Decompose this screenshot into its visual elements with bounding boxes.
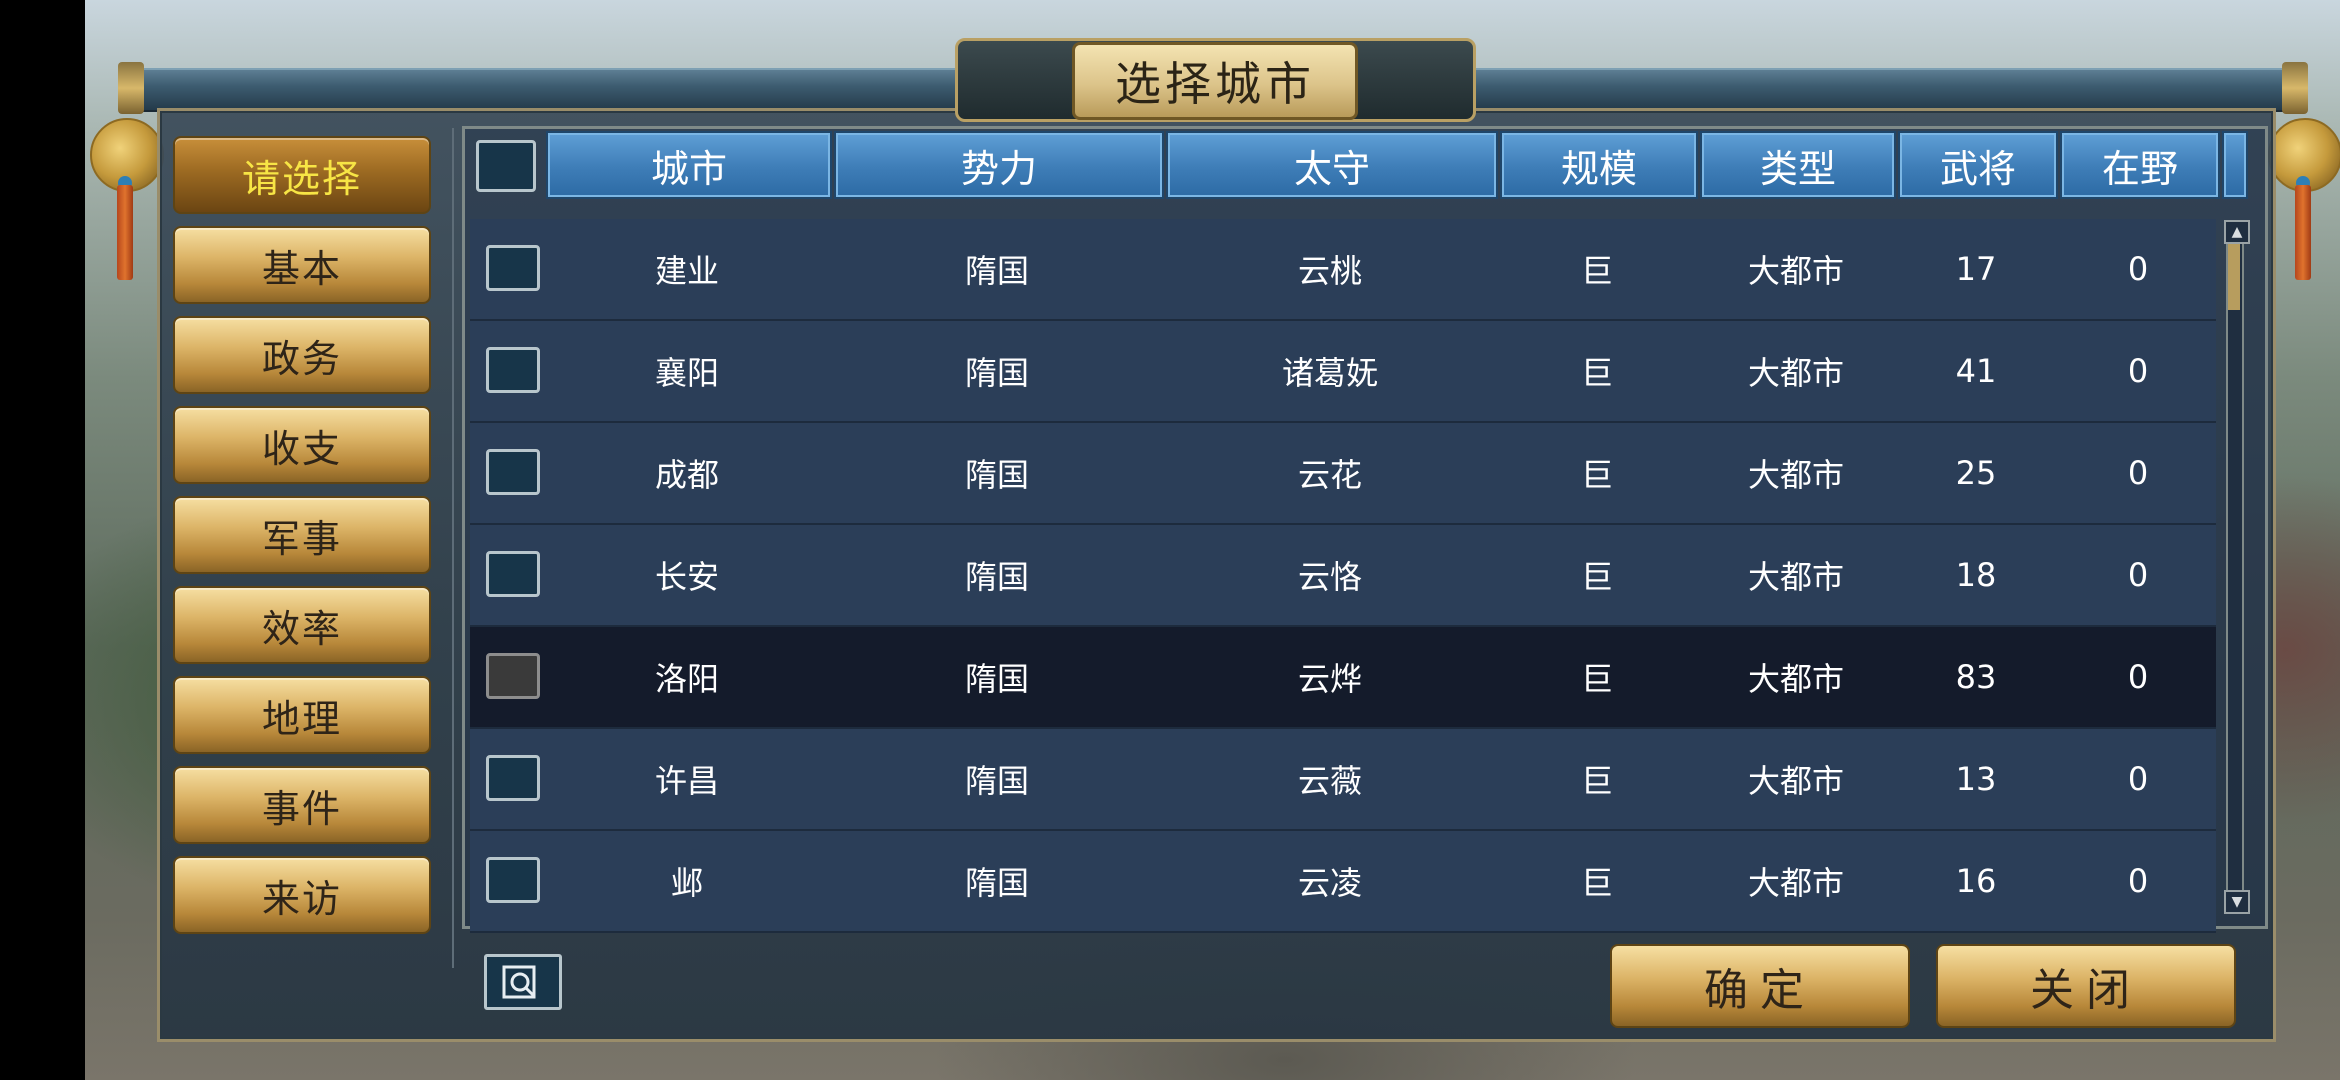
cell-faction: 隋国 (964, 354, 1029, 392)
cell-governor: 云恪 (1297, 558, 1362, 596)
menu-item-events[interactable]: 事件 (173, 766, 431, 844)
cell-generals: 13 (1955, 760, 1997, 798)
cell-city: 襄阳 (654, 354, 719, 392)
cell-type: 大都市 (1747, 558, 1844, 596)
row-checkbox[interactable] (486, 857, 540, 903)
cell-generals: 83 (1955, 658, 1997, 696)
page-title: 选择城市 (1072, 42, 1358, 120)
column-header-city[interactable]: 城市 (546, 131, 832, 199)
menu-item-geography[interactable]: 地理 (173, 676, 431, 754)
cell-city: 洛阳 (654, 660, 719, 698)
cell-type: 大都市 (1747, 864, 1844, 902)
cell-wild: 0 (2127, 658, 2149, 696)
cell-type: 大都市 (1747, 252, 1844, 290)
cell-city: 许昌 (654, 762, 719, 800)
cell-type: 大都市 (1747, 354, 1844, 392)
cell-city: 长安 (654, 558, 719, 596)
cell-scale: 巨 (1580, 354, 1613, 392)
cell-governor: 诸葛妩 (1281, 354, 1378, 392)
cell-generals: 18 (1955, 556, 1997, 594)
tassel-left (117, 185, 133, 280)
menu-item-efficiency[interactable]: 效率 (173, 586, 431, 664)
cell-faction: 隋国 (964, 252, 1029, 290)
cell-type: 大都市 (1747, 660, 1844, 698)
cell-scale: 巨 (1580, 558, 1613, 596)
cell-generals: 16 (1955, 862, 1997, 900)
menu-item-military[interactable]: 军事 (173, 496, 431, 574)
menu-item-finance[interactable]: 收支 (173, 406, 431, 484)
cell-wild: 0 (2127, 760, 2149, 798)
cell-type: 大都市 (1747, 762, 1844, 800)
cell-scale: 巨 (1580, 864, 1613, 902)
cell-governor: 云烨 (1297, 660, 1362, 698)
scrollbar-thumb[interactable] (2228, 240, 2240, 310)
column-header-governor[interactable]: 太守 (1166, 131, 1498, 199)
select-all-checkbox[interactable] (476, 140, 536, 192)
menu-item-politics[interactable]: 政务 (173, 316, 431, 394)
row-checkbox[interactable] (486, 755, 540, 801)
column-header-generals[interactable]: 武将 (1898, 131, 2058, 199)
cell-scale: 巨 (1580, 660, 1613, 698)
cell-scale: 巨 (1580, 762, 1613, 800)
cell-scale: 巨 (1580, 456, 1613, 494)
cell-faction: 隋国 (964, 762, 1029, 800)
menu-divider (452, 128, 454, 968)
cell-governor: 云凌 (1297, 864, 1362, 902)
cell-governor: 云薇 (1297, 762, 1362, 800)
cell-governor: 云花 (1297, 456, 1362, 494)
rod-cap-right (2282, 62, 2308, 114)
row-checkbox[interactable] (486, 449, 540, 495)
close-button[interactable]: 关闭 (1936, 944, 2236, 1028)
rod-cap-left (118, 62, 144, 114)
cell-wild: 0 (2127, 454, 2149, 492)
cell-type: 大都市 (1747, 456, 1844, 494)
screen-left-edge (0, 0, 85, 1080)
menu-item-visits[interactable]: 来访 (173, 856, 431, 934)
search-button[interactable] (484, 954, 562, 1010)
cell-faction: 隋国 (964, 660, 1029, 698)
cell-city: 邺 (670, 864, 703, 902)
search-icon (502, 965, 536, 999)
tassel-right (2295, 185, 2311, 280)
cell-wild: 0 (2127, 352, 2149, 390)
column-header-type[interactable]: 类型 (1700, 131, 1896, 199)
cell-wild: 0 (2127, 862, 2149, 900)
cell-city: 建业 (654, 252, 719, 290)
cell-governor: 云桃 (1297, 252, 1362, 290)
column-header-wild[interactable]: 在野 (2060, 131, 2220, 199)
cell-faction: 隋国 (964, 456, 1029, 494)
cell-city: 成都 (654, 456, 719, 494)
cell-generals: 17 (1955, 250, 1997, 288)
cell-faction: 隋国 (964, 558, 1029, 596)
column-header-faction[interactable]: 势力 (834, 131, 1164, 199)
column-header-overflow (2222, 131, 2248, 199)
row-checkbox[interactable] (486, 347, 540, 393)
column-header-scale[interactable]: 规模 (1500, 131, 1698, 199)
table-scrollbar[interactable] (2226, 222, 2244, 914)
row-checkbox[interactable] (486, 245, 540, 291)
confirm-button[interactable]: 确定 (1610, 944, 1910, 1028)
row-checkbox[interactable] (486, 653, 540, 699)
row-checkbox[interactable] (486, 551, 540, 597)
cell-generals: 25 (1955, 454, 1997, 492)
cell-wild: 0 (2127, 556, 2149, 594)
menu-item-basic[interactable]: 基本 (173, 226, 431, 304)
cell-scale: 巨 (1580, 252, 1613, 290)
cell-generals: 41 (1955, 352, 1997, 390)
cell-faction: 隋国 (964, 864, 1029, 902)
scroll-up-icon[interactable]: ▲ (2224, 220, 2250, 244)
scroll-down-icon[interactable]: ▼ (2224, 890, 2250, 914)
cell-wild: 0 (2127, 250, 2149, 288)
menu-item-please-select[interactable]: 请选择 (173, 136, 431, 214)
